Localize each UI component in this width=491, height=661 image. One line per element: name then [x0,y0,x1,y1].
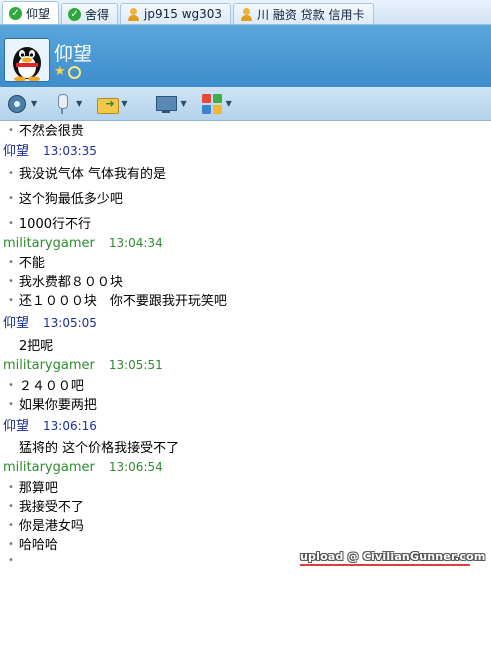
qq-penguin-icon [5,39,49,81]
message-line: 2把呢 [19,339,54,354]
sender-name: militarygamer [3,460,95,475]
check-icon: ✓ [9,6,22,20]
user-icon [127,7,140,21]
message-line: • 不能 [8,256,45,271]
chevron-down-icon: ▼ [76,99,83,108]
message-time: 13:06:16 [43,419,97,433]
sender-name: militarygamer [3,236,95,251]
chevron-down-icon: ▼ [225,99,232,108]
tab-label: jp915 wg303 [144,7,223,21]
message-header: militarygamer 13:06:54 [3,460,163,475]
tab-finance[interactable]: 川 融资 贷款 信用卡 [233,3,374,24]
file-transfer-icon [96,93,120,115]
chevron-down-icon: ▼ [31,99,38,108]
message-line: • 还１０００块 你不要跟我开玩笑吧 [8,294,227,309]
screen-share-icon [155,93,178,115]
voice-call-button[interactable]: ▼ [51,93,82,115]
user-icon [240,7,253,21]
message-header: militarygamer 13:04:34 [3,236,163,251]
sender-name: militarygamer [3,358,95,373]
chevron-down-icon: ▼ [180,99,187,108]
watermark-underline [300,564,470,566]
status-icons: ★ [54,65,81,79]
tab-label: 川 融资 贷款 信用卡 [257,7,365,22]
message-time: 13:05:51 [108,358,163,372]
tab-label: 舍得 [85,7,110,22]
message-line: • 如果你要两把 [8,398,97,413]
message-time: 13:05:05 [43,316,97,330]
message-line: • 我水费都８００块 [8,275,123,290]
message-time: 13:06:54 [108,460,163,474]
avatar[interactable] [4,38,50,82]
message-line: • 你是港女吗 [8,519,84,534]
message-time: 13:03:35 [43,144,97,158]
message-header: 仰望 13:05:05 [3,312,97,331]
sender-name: 仰望 [3,316,30,331]
message-header: militarygamer 13:05:51 [3,358,163,373]
chat-header: 仰望 ★ [0,25,491,87]
message-line: 猛将的 这个价格我接受不了 [19,441,180,456]
message-line: • 1000行不行 [8,217,91,232]
message-header: 仰望 13:06:16 [3,415,97,434]
message-line: • 那算吧 [8,481,58,496]
message-time: 13:04:34 [108,236,163,250]
conversation-tab-bar: ✓ 仰望 ✓ 舍得 jp915 wg303 川 融资 贷款 信用卡 [0,0,491,25]
message-line: • ２４００吧 [8,379,84,394]
message-line: • 我没说气体 气体我有的是 [8,167,167,182]
message-line: • [8,555,14,566]
screen-share-button[interactable]: ▼ [155,93,187,115]
message-header: 仰望 13:03:35 [3,140,97,159]
sender-name: 仰望 [3,419,30,434]
upload-watermark: upload @ CivilianGunner.com [300,550,486,563]
apps-button[interactable]: ▼ [201,93,232,115]
tab-shede[interactable]: ✓ 舍得 [61,3,119,24]
chat-history[interactable]: • 不然会很贵 仰望 13:03:35 • 我没说气体 气体我有的是 • 这个狗最低多少… [0,121,491,574]
tab-jp915[interactable]: jp915 wg303 [120,3,232,24]
chat-toolbar: ▼ ▼ ▼ ▼ ▼ [0,87,491,661]
microphone-icon [51,93,73,115]
message-line: • 这个狗最低多少吧 [8,192,123,207]
message-line: • 我接受不了 [8,500,84,515]
apps-grid-icon [201,93,223,115]
message-line: • 不然会很贵 [8,124,84,139]
chevron-down-icon: ▼ [121,99,128,108]
tab-yangwang[interactable]: ✓ 仰望 [2,1,60,24]
video-call-button[interactable]: ▼ [6,93,37,115]
contact-name: 仰望 [54,43,93,65]
send-file-button[interactable]: ▼ [96,93,127,115]
tab-label: 仰望 [26,6,51,21]
check-icon: ✓ [68,7,82,21]
ring-icon [67,66,81,79]
sender-name: 仰望 [3,144,30,159]
message-line: • 哈哈哈 [8,538,58,553]
video-camera-icon [6,93,28,115]
star-icon: ★ [54,64,66,79]
